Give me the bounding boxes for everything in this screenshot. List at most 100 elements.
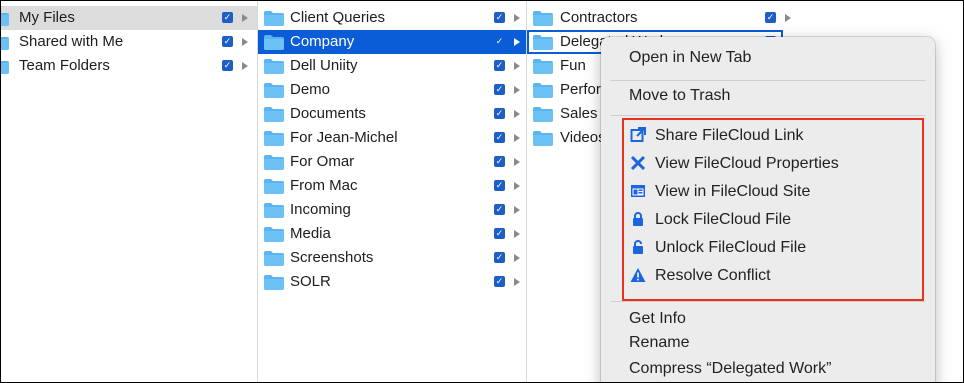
- folder-icon: [533, 11, 553, 26]
- sync-check-icon: ✓: [222, 36, 233, 47]
- menu-rename[interactable]: Rename: [629, 331, 689, 355]
- item-label: Media: [290, 225, 331, 242]
- disclosure-arrow-icon: [785, 14, 791, 22]
- menu-compress[interactable]: Compress “Delegated Work”: [629, 357, 831, 381]
- folder-row[interactable]: For Omar ✓: [258, 150, 526, 174]
- menu-label: View FileCloud Properties: [655, 155, 839, 172]
- column-sidebar: My Files ✓ Shared with Me ✓ Team Folders ✓: [1, 1, 258, 382]
- item-label: Company: [290, 33, 355, 50]
- disclosure-arrow-icon: [514, 230, 520, 238]
- sync-check-icon: ✓: [494, 108, 505, 119]
- menu-separator: [611, 301, 925, 302]
- disclosure-arrow-icon: [514, 278, 520, 286]
- sync-check-icon: ✓: [222, 12, 233, 23]
- folder-icon: [264, 107, 284, 122]
- item-label: From Mac: [290, 177, 358, 194]
- menu-unlock-filecloud-file[interactable]: Unlock FileCloud File: [629, 236, 806, 260]
- menu-separator: [611, 80, 925, 81]
- context-menu: Open in New Tab Move to Trash Share File…: [601, 37, 935, 382]
- item-label: Videos: [560, 129, 606, 146]
- menu-move-to-trash[interactable]: Move to Trash: [629, 84, 730, 108]
- sidebar-item[interactable]: My Files ✓: [1, 6, 257, 30]
- folder-row[interactable]: From Mac ✓: [258, 174, 526, 198]
- sync-check-icon: ✓: [765, 12, 776, 23]
- folder-icon: [264, 155, 284, 170]
- sync-check-icon: ✓: [494, 228, 505, 239]
- item-label: SOLR: [290, 273, 331, 290]
- lock-icon: [629, 211, 647, 229]
- folder-icon: [264, 275, 284, 290]
- sync-check-icon: ✓: [494, 276, 505, 287]
- sync-check-icon: ✓: [494, 60, 505, 71]
- menu-label: Resolve Conflict: [655, 267, 771, 284]
- sync-check-icon: ✓: [494, 132, 505, 143]
- folder-row[interactable]: Company ✓: [258, 30, 526, 54]
- folder-icon: [533, 131, 553, 146]
- item-label: Client Queries: [290, 9, 386, 26]
- menu-lock-filecloud-file[interactable]: Lock FileCloud File: [629, 208, 791, 232]
- folder-icon: [533, 107, 553, 122]
- sync-check-icon: ✓: [222, 60, 233, 71]
- disclosure-arrow-icon: [514, 254, 520, 262]
- folder-row[interactable]: Dell Uniity ✓: [258, 54, 526, 78]
- disclosure-arrow-icon: [514, 182, 520, 190]
- item-label: Incoming: [290, 201, 351, 218]
- folder-row[interactable]: Incoming ✓: [258, 198, 526, 222]
- disclosure-arrow-icon: [242, 38, 248, 46]
- folder-icon: [533, 83, 553, 98]
- folder-row[interactable]: Client Queries ✓: [258, 6, 526, 30]
- disclosure-arrow-icon: [242, 62, 248, 70]
- finder-window: My Files ✓ Shared with Me ✓ Team Folders ✓ Cl…: [0, 0, 964, 383]
- menu-open-in-new-tab[interactable]: Open in New Tab: [629, 46, 751, 70]
- folder-icon: [264, 227, 284, 242]
- folder-row[interactable]: Screenshots ✓: [258, 246, 526, 270]
- column-my-files: Client Queries ✓ Company ✓ Dell Uniity ✓ Demo ✓…: [258, 1, 527, 382]
- item-label: Screenshots: [290, 249, 374, 266]
- item-label: Shared with Me: [19, 33, 124, 50]
- folder-row[interactable]: SOLR ✓: [258, 270, 526, 294]
- browser-window-icon: [629, 183, 647, 201]
- sync-check-icon: ✓: [495, 36, 504, 46]
- item-label: Team Folders: [19, 57, 110, 74]
- menu-label: Lock FileCloud File: [655, 211, 792, 228]
- item-label: Contractors: [560, 9, 638, 26]
- item-label: For Omar: [290, 153, 355, 170]
- folder-icon: [264, 11, 284, 26]
- menu-resolve-conflict[interactable]: Resolve Conflict: [629, 264, 771, 288]
- folder-icon: [264, 203, 284, 218]
- menu-share-filecloud-link[interactable]: Share FileCloud Link: [629, 124, 804, 148]
- folder-row[interactable]: Contractors ✓: [527, 6, 791, 30]
- folder-row[interactable]: Media ✓: [258, 222, 526, 246]
- item-label: For Jean-Michel: [290, 129, 398, 146]
- folder-icon: [1, 59, 9, 74]
- folder-row[interactable]: For Jean-Michel ✓: [258, 126, 526, 150]
- sync-check-icon: ✓: [494, 12, 505, 23]
- disclosure-arrow-icon: [242, 14, 248, 22]
- menu-label: View in FileCloud Site: [655, 183, 811, 200]
- folder-row[interactable]: Documents ✓: [258, 102, 526, 126]
- folder-icon: [533, 59, 553, 74]
- item-label: Documents: [290, 105, 366, 122]
- menu-separator: [611, 115, 925, 116]
- item-label: Sales: [560, 105, 598, 122]
- menu-view-filecloud-properties[interactable]: View FileCloud Properties: [629, 152, 839, 176]
- sync-check-icon: ✓: [494, 180, 505, 191]
- tools-icon: [629, 155, 647, 173]
- menu-label: Share FileCloud Link: [655, 127, 804, 144]
- folder-icon: [264, 131, 284, 146]
- sync-check-icon: ✓: [494, 204, 505, 215]
- warning-icon: [629, 267, 647, 285]
- item-label: Fun: [560, 57, 586, 74]
- folder-row[interactable]: Demo ✓: [258, 78, 526, 102]
- sync-check-icon: ✓: [494, 156, 505, 167]
- sidebar-item[interactable]: Shared with Me ✓: [1, 30, 257, 54]
- sidebar-item[interactable]: Team Folders ✓: [1, 54, 257, 78]
- folder-icon: [264, 59, 284, 74]
- disclosure-arrow-icon: [514, 14, 520, 22]
- menu-get-info[interactable]: Get Info: [629, 307, 686, 331]
- folder-icon: [1, 11, 9, 26]
- menu-view-in-filecloud-site[interactable]: View in FileCloud Site: [629, 180, 810, 204]
- share-link-icon: [629, 127, 647, 145]
- folder-icon: [264, 179, 284, 194]
- unlock-icon: [629, 239, 647, 257]
